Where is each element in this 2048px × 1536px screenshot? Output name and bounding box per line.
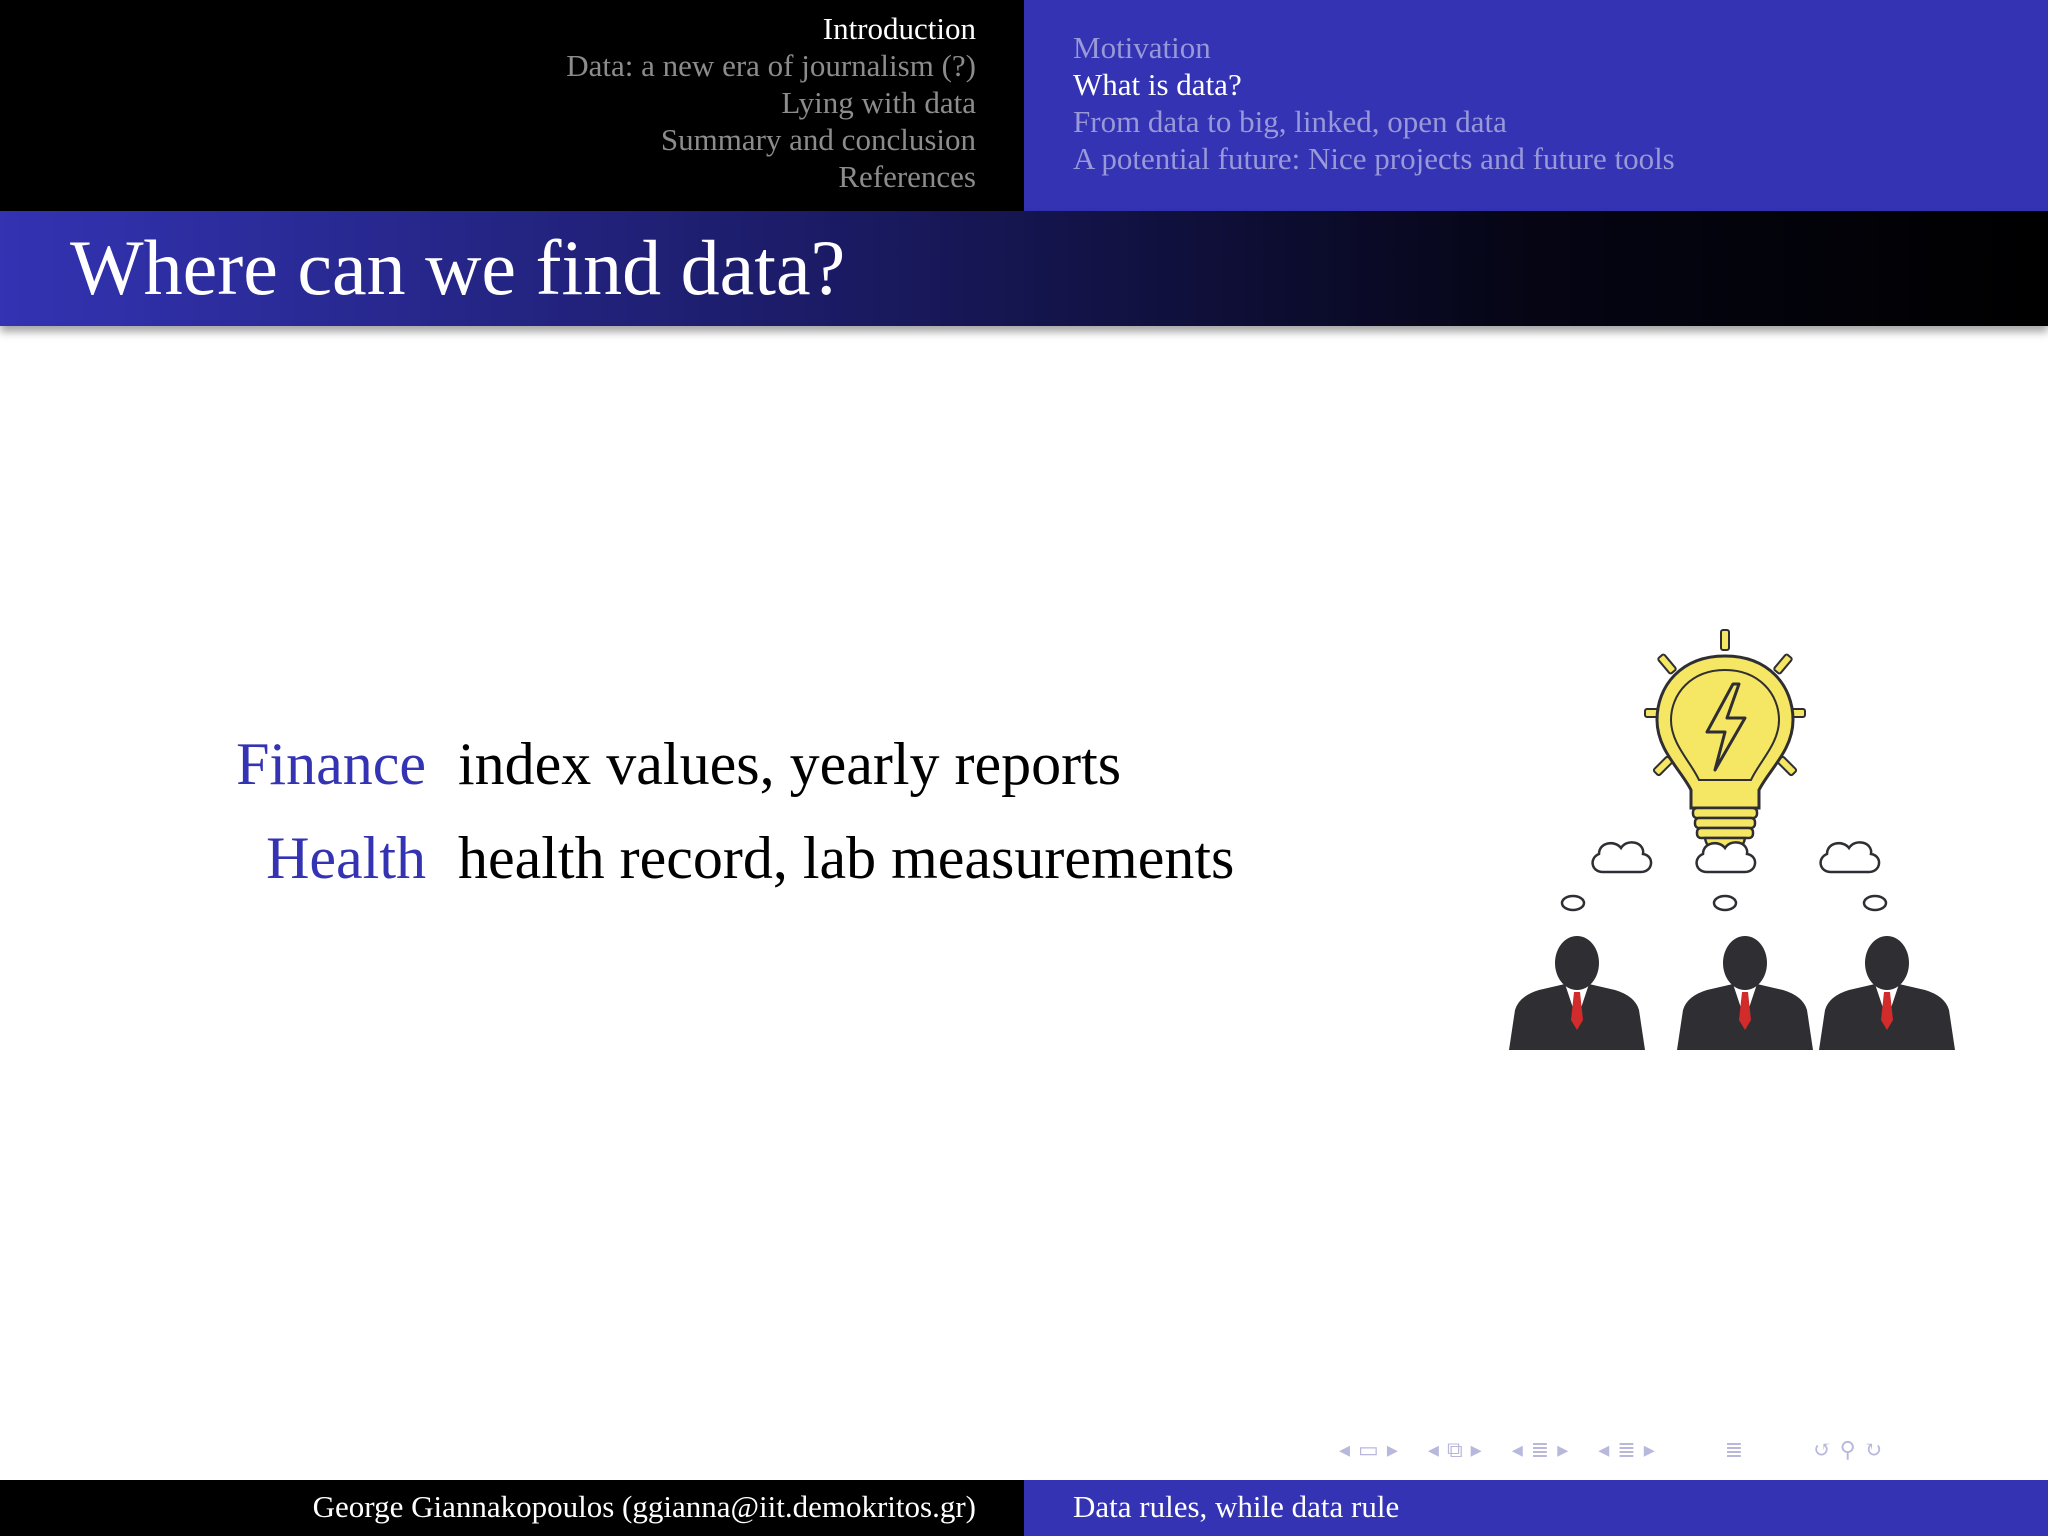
idea-illustration (1509, 629, 1955, 1050)
footer-title-panel: Data rules, while data rule (1024, 1480, 2048, 1536)
section-icon[interactable]: ≣ (1531, 1432, 1549, 1468)
thought-cloud-icon (1819, 841, 1888, 912)
arrow-left-icon[interactable]: ◂ (1512, 1432, 1523, 1468)
navigation-symbols: ◂ ▭ ▸ ◂ ⧉ ▸ ◂ ≣ ▸ ◂ ≣ ▸ ≣ ↺ ⚲ ↻ (1335, 1432, 2035, 1468)
arrow-left-icon[interactable]: ◂ (1428, 1432, 1439, 1468)
section-link-introduction[interactable]: Introduction (566, 10, 976, 47)
header-sections-panel: Introduction Data: a new era of journali… (0, 0, 1024, 211)
description-term: Health (266, 825, 426, 891)
footer-bar: George Giannakopoulos (ggianna@iit.demok… (0, 1480, 2048, 1536)
thought-cloud-icon (1560, 841, 1653, 912)
description-item: Health health record, lab measurements (180, 824, 1234, 918)
arrow-right-icon[interactable]: ▸ (1557, 1432, 1568, 1468)
thought-cloud-icon (1695, 841, 1757, 912)
search-icon[interactable]: ⚲ (1840, 1432, 1856, 1468)
nav-appendix-group: ≣ (1721, 1432, 1747, 1468)
nav-document-group: ◂ ≣ ▸ (1594, 1432, 1659, 1468)
header-subsections-panel: Motivation What is data? From data to bi… (1024, 0, 2048, 211)
section-link-references[interactable]: References (566, 158, 976, 195)
description-term: Finance (236, 731, 426, 797)
description-list: Finance index values, yearly reports Hea… (180, 730, 1234, 918)
frame-icon[interactable]: ▭ (1358, 1432, 1379, 1468)
footer-author: George Giannakopoulos (ggianna@iit.demok… (312, 1489, 976, 1524)
footer-author-panel: George Giannakopoulos (ggianna@iit.demok… (0, 1480, 1024, 1536)
frame-title: Where can we find data? (70, 224, 846, 311)
redo-icon[interactable]: ↻ (1864, 1432, 1882, 1468)
description-item: Finance index values, yearly reports (180, 730, 1234, 824)
nav-frame-group: ◂ ▭ ▸ (1335, 1432, 1402, 1468)
subsection-link-potential-future[interactable]: A potential future: Nice projects and fu… (1073, 140, 1675, 177)
arrow-right-icon[interactable]: ▸ (1471, 1432, 1482, 1468)
arrow-right-icon[interactable]: ▸ (1387, 1432, 1398, 1468)
subsection-icon[interactable]: ⧉ (1447, 1432, 1463, 1468)
footer-talk-title: Data rules, while data rule (1073, 1489, 1400, 1524)
header-bar: Introduction Data: a new era of journali… (0, 0, 2048, 211)
arrow-left-icon[interactable]: ◂ (1339, 1432, 1350, 1468)
subsection-link-big-linked-open-data[interactable]: From data to big, linked, open data (1073, 103, 1675, 140)
businessman-icon (1509, 936, 1645, 1050)
arrow-right-icon[interactable]: ▸ (1644, 1432, 1655, 1468)
nav-subsection-group: ◂ ⧉ ▸ (1424, 1432, 1486, 1468)
frame-title-bar: Where can we find data? (0, 211, 2048, 326)
nav-search-group: ↺ ⚲ ↻ (1809, 1432, 1886, 1468)
businessman-icon (1677, 936, 1813, 1050)
section-list: Introduction Data: a new era of journali… (566, 10, 976, 195)
align-icon[interactable]: ≣ (1725, 1432, 1743, 1468)
undo-icon[interactable]: ↺ (1813, 1432, 1831, 1468)
subsection-link-motivation[interactable]: Motivation (1073, 29, 1675, 66)
businessman-icon (1819, 936, 1955, 1050)
arrow-left-icon[interactable]: ◂ (1598, 1432, 1609, 1468)
subsection-list: Motivation What is data? From data to bi… (1073, 29, 1675, 177)
lightbulb-icon (1644, 629, 1806, 854)
section-link-data-journalism[interactable]: Data: a new era of journalism (?) (566, 47, 976, 84)
section-link-lying-with-data[interactable]: Lying with data (566, 84, 976, 121)
section-icon[interactable]: ≣ (1617, 1432, 1635, 1468)
description-definition: index values, yearly reports (458, 731, 1122, 797)
nav-section-group: ◂ ≣ ▸ (1508, 1432, 1573, 1468)
section-link-summary[interactable]: Summary and conclusion (566, 121, 976, 158)
subsection-link-what-is-data[interactable]: What is data? (1073, 66, 1675, 103)
description-definition: health record, lab measurements (458, 825, 1235, 891)
